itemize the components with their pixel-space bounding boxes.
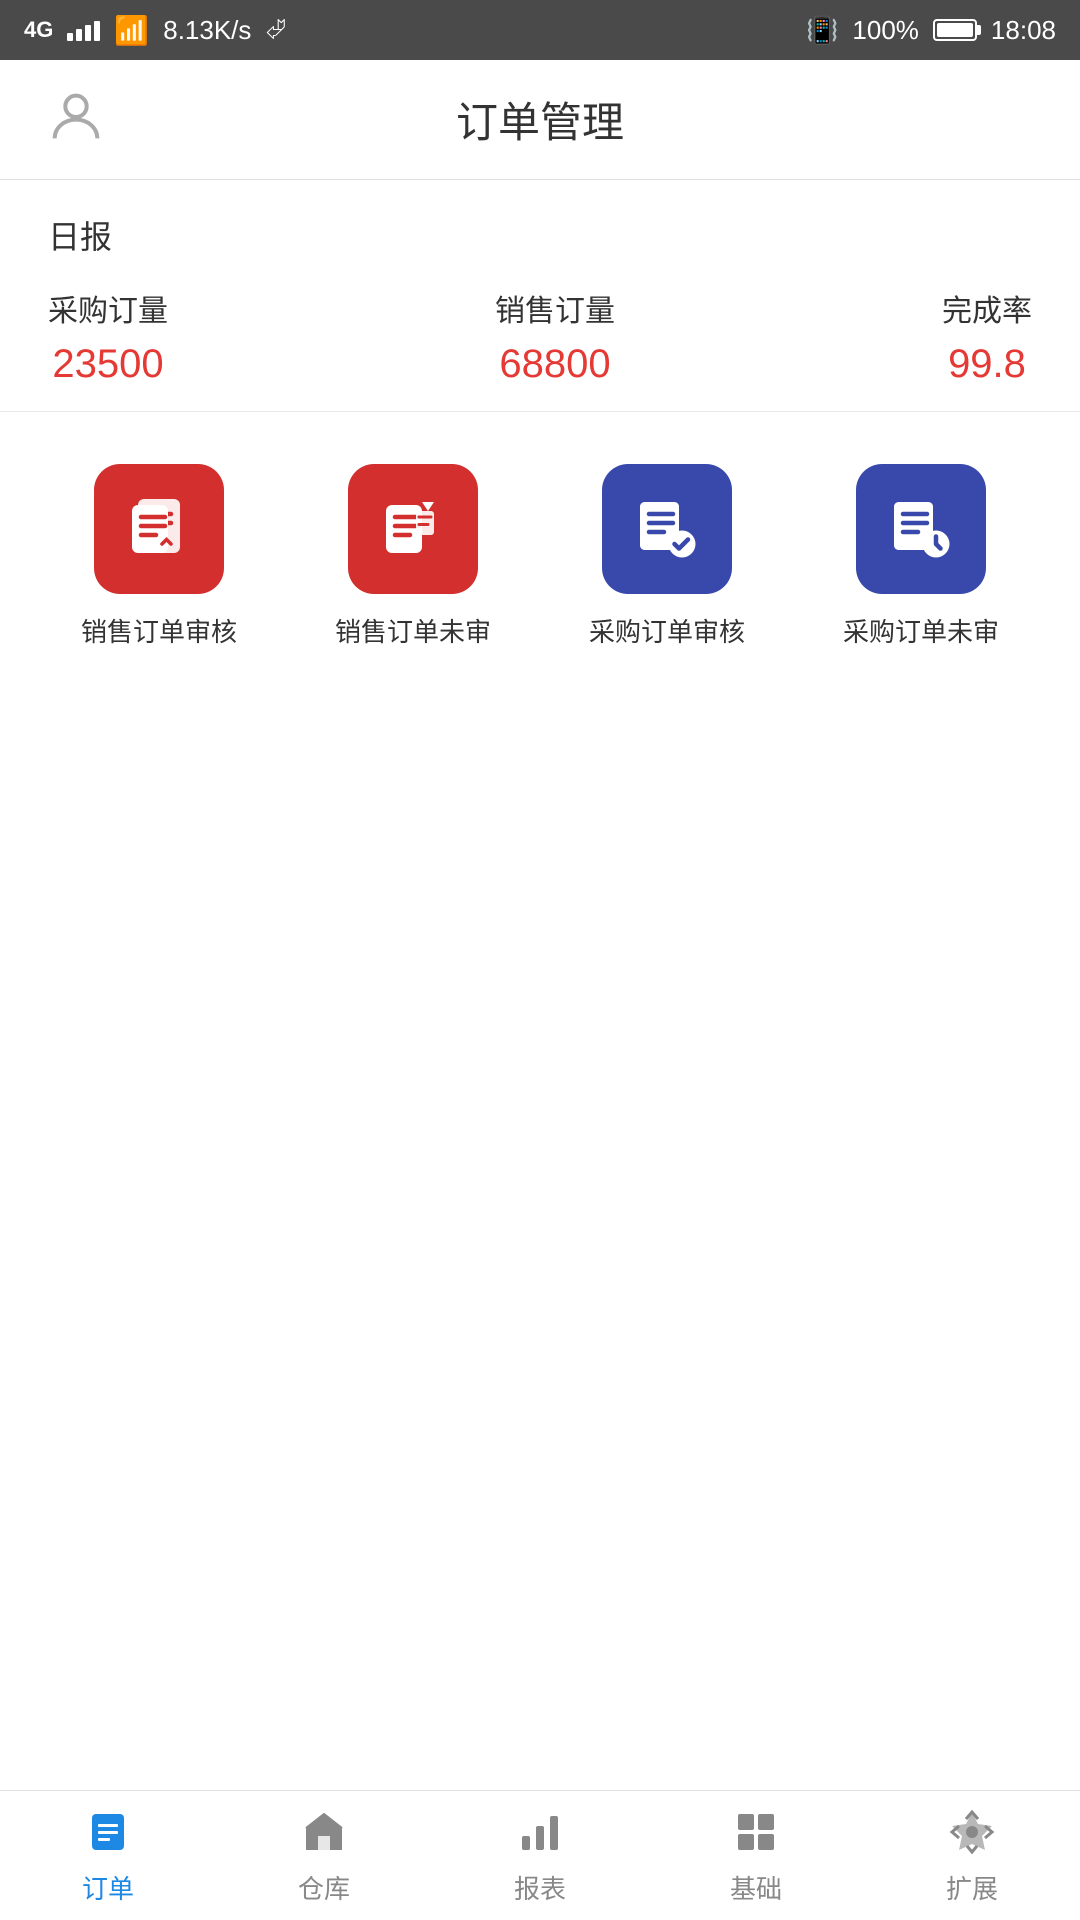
- sales-order-unaudit-icon-box: [348, 464, 478, 594]
- sales-order-audit-item[interactable]: 销售订单审核: [32, 464, 286, 649]
- nav-item-basic[interactable]: 基础: [648, 1791, 864, 1920]
- extend-nav-icon: [945, 1805, 999, 1859]
- purchase-order-audit-item[interactable]: 采购订单审核: [540, 464, 794, 649]
- avatar-button[interactable]: [36, 80, 116, 160]
- page-title: 订单管理: [456, 89, 624, 150]
- status-right: 📳 100% 18:08: [806, 15, 1056, 46]
- header: 订单管理: [0, 60, 1080, 180]
- purchase-order-unaudit-icon: [885, 493, 957, 565]
- signal-icon: [67, 19, 100, 41]
- usb-icon: ⮰: [265, 14, 286, 46]
- purchase-order-audit-label: 采购订单审核: [589, 612, 745, 649]
- purchase-order-unaudit-label: 采购订单未审: [843, 612, 999, 649]
- warehouse-nav-label: 仓库: [298, 1869, 350, 1906]
- warehouse-nav-icon: [297, 1805, 351, 1859]
- report-nav-label: 报表: [514, 1869, 566, 1906]
- stat-completion-rate: 完成率 99.8: [942, 286, 1032, 387]
- sales-order-value: 68800: [499, 342, 610, 387]
- network-type: 4G: [24, 17, 53, 43]
- stat-sales-order: 销售订量 68800: [495, 286, 615, 387]
- status-bar: 4G 📶 8.13K/s ⮰ 📳 100% 18:08: [0, 0, 1080, 60]
- purchase-order-audit-icon-box: [602, 464, 732, 594]
- order-nav-icon: [81, 1805, 135, 1859]
- clock: 18:08: [991, 15, 1056, 46]
- purchase-order-unaudit-item[interactable]: 采购订单未审: [794, 464, 1048, 649]
- sales-order-unaudit-item[interactable]: 销售订单未审: [286, 464, 540, 649]
- sales-order-unaudit-label: 销售订单未审: [335, 612, 491, 649]
- wifi-icon: 📶: [114, 14, 149, 47]
- vibrate-icon: 📳: [806, 15, 838, 46]
- purchase-order-label: 采购订量: [48, 286, 168, 330]
- sales-order-audit-icon-box: [94, 464, 224, 594]
- sales-order-audit-icon: [123, 493, 195, 565]
- nav-item-extend[interactable]: 扩展: [864, 1791, 1080, 1920]
- sales-order-unaudit-icon: [377, 493, 449, 565]
- speed-indicator: 8.13K/s: [163, 15, 251, 46]
- stat-purchase-order: 采购订量 23500: [48, 286, 168, 387]
- battery-icon: [933, 19, 977, 41]
- sales-order-label: 销售订量: [495, 286, 615, 330]
- sales-order-audit-label: 销售订单审核: [81, 612, 237, 649]
- completion-rate-value: 99.8: [948, 342, 1026, 387]
- daily-report-section: 日报 采购订量 23500 销售订量 68800 完成率 99.8: [0, 180, 1080, 411]
- basic-nav-label: 基础: [730, 1869, 782, 1906]
- basic-nav-icon: [729, 1805, 783, 1859]
- daily-label: 日报: [48, 212, 1032, 258]
- order-nav-label: 订单: [82, 1869, 134, 1906]
- user-icon: [44, 85, 108, 154]
- purchase-order-unaudit-icon-box: [856, 464, 986, 594]
- icons-grid: 销售订单审核 销售订单未审: [0, 412, 1080, 649]
- purchase-order-value: 23500: [52, 342, 163, 387]
- bottom-nav: 订单 仓库 报表: [0, 1790, 1080, 1920]
- report-nav-icon: [513, 1805, 567, 1859]
- main-content: 订单管理 日报 采购订量 23500 销售订量 68800 完成率 99.8: [0, 60, 1080, 1790]
- nav-item-report[interactable]: 报表: [432, 1791, 648, 1920]
- nav-item-order[interactable]: 订单: [0, 1791, 216, 1920]
- extend-nav-label: 扩展: [946, 1869, 998, 1906]
- battery-percent: 100%: [852, 15, 919, 46]
- purchase-order-audit-icon: [631, 493, 703, 565]
- nav-item-warehouse[interactable]: 仓库: [216, 1791, 432, 1920]
- stats-row: 采购订量 23500 销售订量 68800 完成率 99.8: [48, 286, 1032, 387]
- status-left: 4G 📶 8.13K/s ⮰: [24, 14, 286, 47]
- completion-rate-label: 完成率: [942, 286, 1032, 330]
